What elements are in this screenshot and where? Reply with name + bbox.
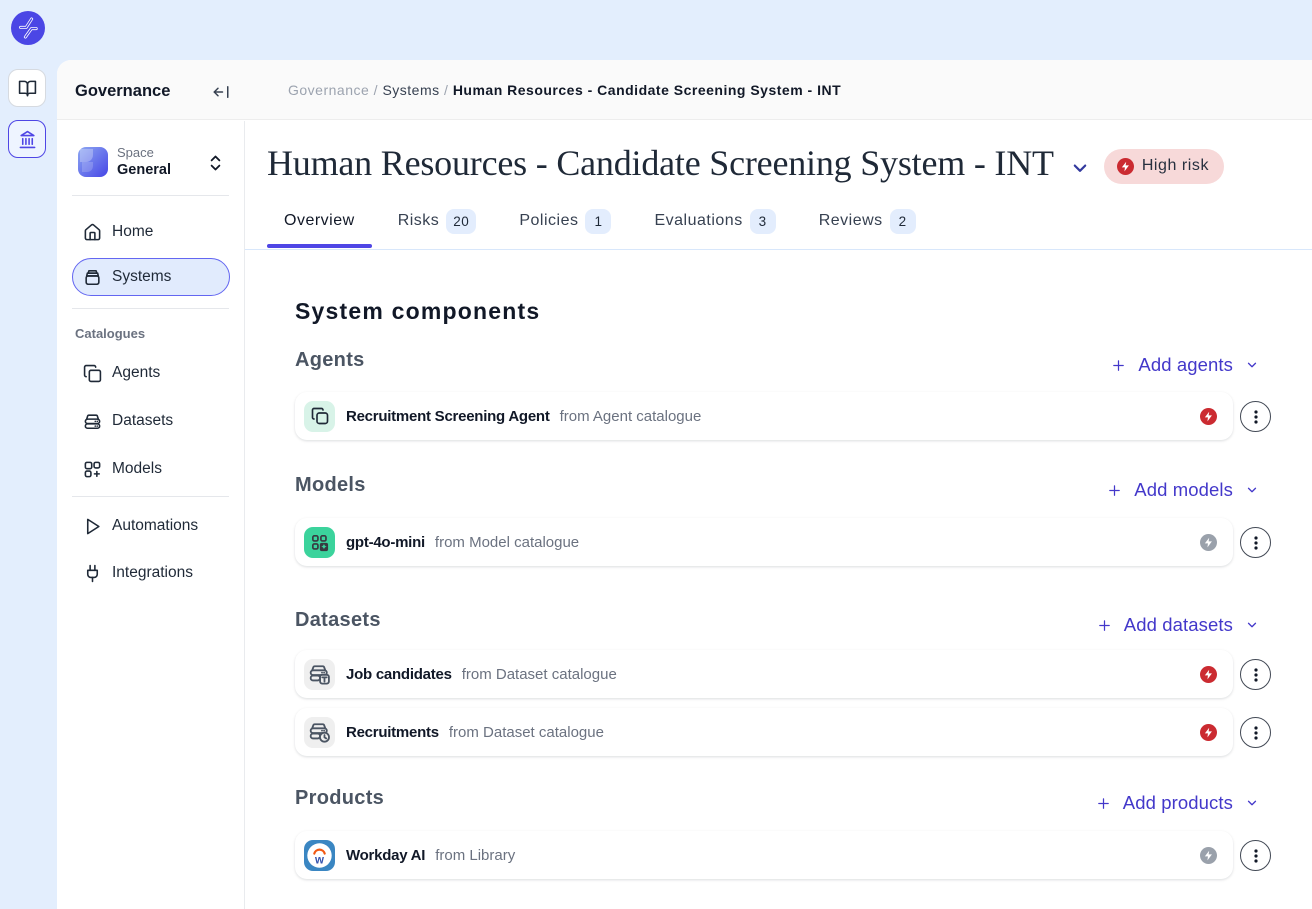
svg-text:w: w — [314, 854, 324, 866]
